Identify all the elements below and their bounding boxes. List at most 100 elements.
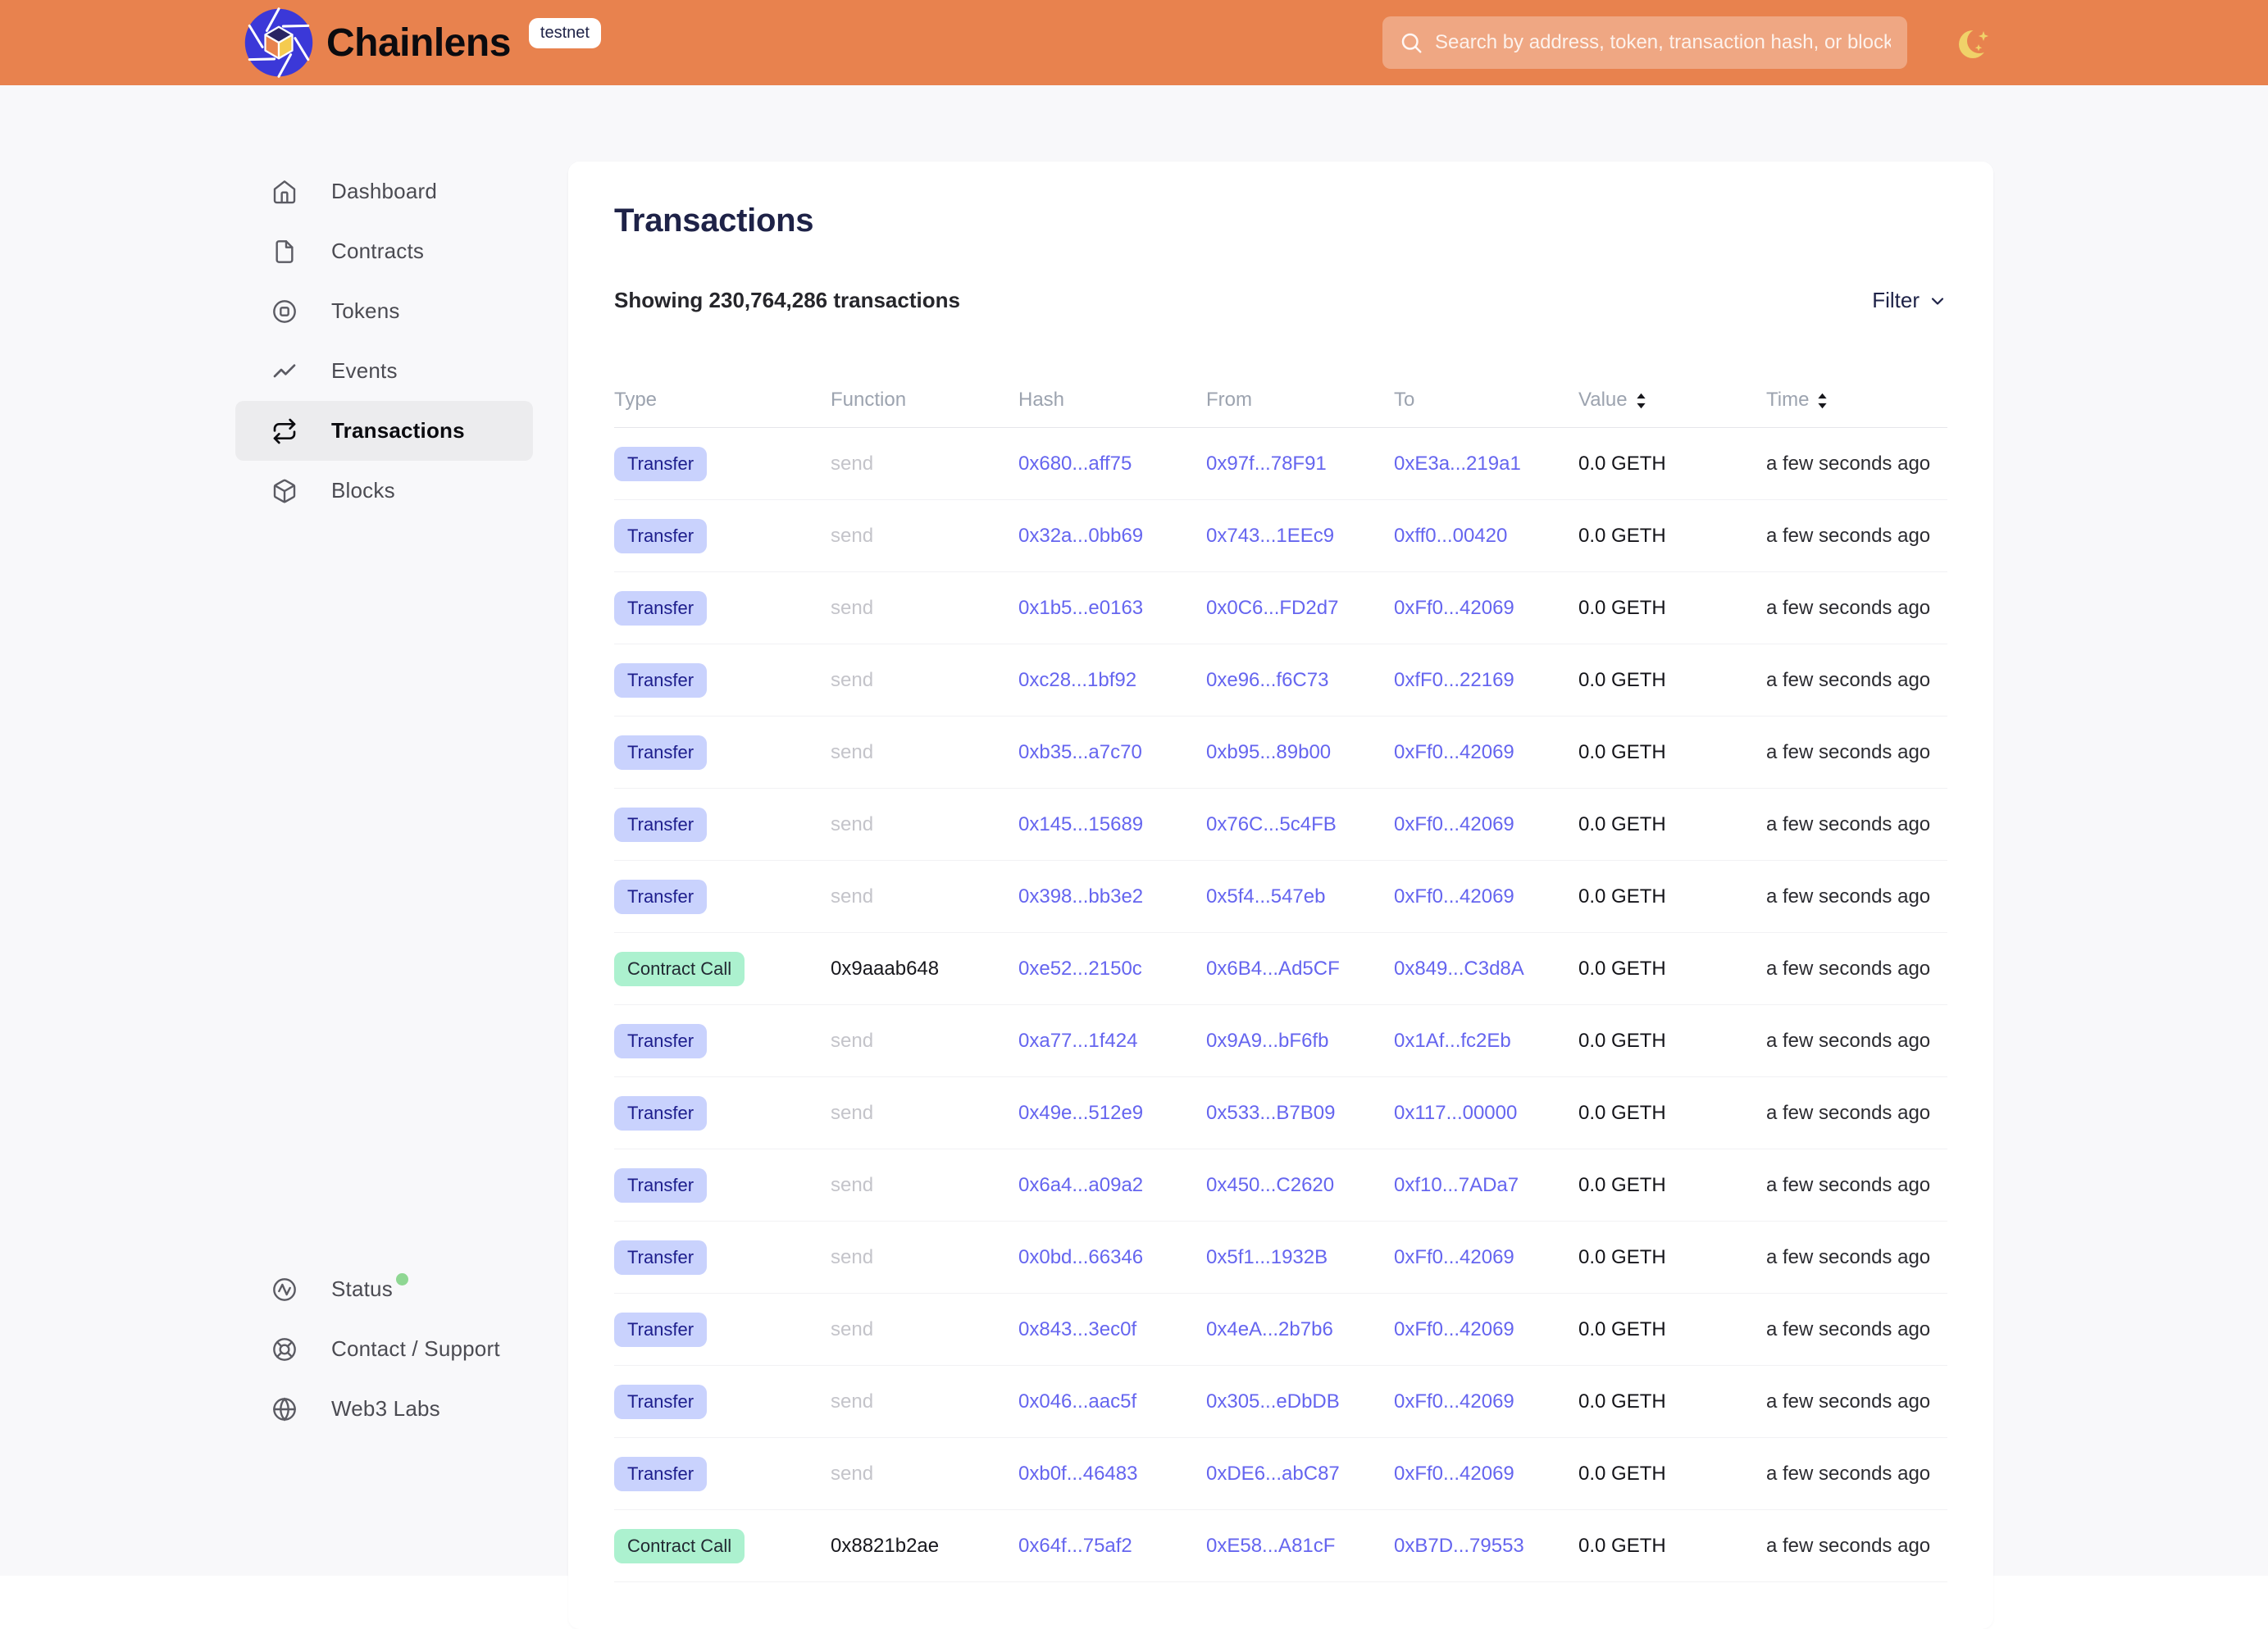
to-link[interactable]: 0x117...00000: [1394, 1102, 1517, 1124]
to-link[interactable]: 0xFf0...42069: [1394, 1318, 1514, 1340]
sort-time-icon[interactable]: [1816, 393, 1829, 409]
dark-mode-toggle[interactable]: [1954, 23, 1995, 64]
time-cell: a few seconds ago: [1766, 958, 1947, 981]
from-link[interactable]: 0x305...eDbDB: [1206, 1390, 1340, 1413]
transaction-row: Transfer send 0xb0f...46483 0xDE6...abC8…: [614, 1438, 1947, 1510]
value-cell: 0.0 GETH: [1578, 1030, 1766, 1053]
life-buoy-icon: [271, 1336, 298, 1363]
hash-link[interactable]: 0x32a...0bb69: [1018, 525, 1143, 547]
from-link[interactable]: 0xb95...89b00: [1206, 741, 1331, 763]
to-link[interactable]: 0xff0...00420: [1394, 525, 1507, 547]
hash-link[interactable]: 0x680...aff75: [1018, 453, 1132, 475]
brand[interactable]: Chainlens testnet: [243, 7, 601, 79]
moon-icon: [1954, 23, 1995, 64]
hash-link[interactable]: 0x0bd...66346: [1018, 1246, 1143, 1268]
sidebar-item-transactions[interactable]: Transactions: [235, 401, 533, 461]
column-header-hash: Hash: [1018, 389, 1206, 412]
hash-link[interactable]: 0x145...15689: [1018, 813, 1143, 835]
to-link[interactable]: 0xB7D...79553: [1394, 1535, 1524, 1557]
from-link[interactable]: 0xE58...A81cF: [1206, 1535, 1335, 1557]
env-badge: testnet: [529, 18, 601, 48]
to-link[interactable]: 0xFf0...42069: [1394, 741, 1514, 763]
from-link[interactable]: 0x4eA...2b7b6: [1206, 1318, 1333, 1340]
value-cell: 0.0 GETH: [1578, 1174, 1766, 1197]
hash-link[interactable]: 0xa77...1f424: [1018, 1030, 1137, 1052]
sidebar-item-label: Tokens: [331, 298, 400, 324]
hash-link[interactable]: 0x398...bb3e2: [1018, 885, 1143, 908]
function-cell: 0x8821b2ae: [831, 1535, 1018, 1558]
hash-link[interactable]: 0x6a4...a09a2: [1018, 1174, 1143, 1196]
sidebar-item-contact-support[interactable]: Contact / Support: [235, 1319, 533, 1379]
sidebar-item-events[interactable]: Events: [235, 341, 533, 401]
from-link[interactable]: 0xe96...f6C73: [1206, 669, 1328, 691]
from-link[interactable]: 0x97f...78F91: [1206, 453, 1327, 475]
status-circle-icon: [271, 1276, 298, 1304]
to-link[interactable]: 0x849...C3d8A: [1394, 958, 1524, 980]
to-link[interactable]: 0xFf0...42069: [1394, 1390, 1514, 1413]
function-cell: send: [831, 669, 1018, 692]
from-link[interactable]: 0x76C...5c4FB: [1206, 813, 1337, 835]
to-link[interactable]: 0xf10...7ADa7: [1394, 1174, 1519, 1196]
to-link[interactable]: 0xFf0...42069: [1394, 597, 1514, 619]
value-cell: 0.0 GETH: [1578, 597, 1766, 620]
type-badge: Transfer: [614, 1024, 707, 1058]
value-cell: 0.0 GETH: [1578, 1535, 1766, 1558]
value-cell: 0.0 GETH: [1578, 1390, 1766, 1413]
hash-link[interactable]: 0x64f...75af2: [1018, 1535, 1132, 1557]
from-link[interactable]: 0x9A9...bF6fb: [1206, 1030, 1328, 1052]
transaction-row: Transfer send 0x145...15689 0x76C...5c4F…: [614, 789, 1947, 861]
filter-button[interactable]: Filter: [1872, 288, 1947, 313]
from-link[interactable]: 0x0C6...FD2d7: [1206, 597, 1338, 619]
sidebar-item-tokens[interactable]: Tokens: [235, 281, 533, 341]
transactions-panel: Transactions Showing 230,764,286 transac…: [568, 162, 1993, 1629]
hash-link[interactable]: 0xc28...1bf92: [1018, 669, 1136, 691]
hash-link[interactable]: 0x046...aac5f: [1018, 1390, 1136, 1413]
repeat-icon: [271, 417, 298, 445]
sidebar-item-blocks[interactable]: Blocks: [235, 461, 533, 521]
sort-value-icon[interactable]: [1635, 393, 1647, 409]
chevron-down-icon: [1928, 291, 1947, 311]
to-link[interactable]: 0xFf0...42069: [1394, 1463, 1514, 1485]
sidebar-item-status[interactable]: Status: [235, 1259, 533, 1319]
hash-link[interactable]: 0xb35...a7c70: [1018, 741, 1142, 763]
to-link[interactable]: 0xFf0...42069: [1394, 1246, 1514, 1268]
from-link[interactable]: 0x533...B7B09: [1206, 1102, 1335, 1124]
hash-link[interactable]: 0x1b5...e0163: [1018, 597, 1143, 619]
time-cell: a few seconds ago: [1766, 669, 1947, 692]
sidebar-item-contracts[interactable]: Contracts: [235, 221, 533, 281]
to-link[interactable]: 0xFf0...42069: [1394, 813, 1514, 835]
search-input[interactable]: [1435, 31, 1891, 54]
to-link[interactable]: 0x1Af...fc2Eb: [1394, 1030, 1511, 1052]
sidebar-nav: Dashboard Contracts Tokens Events: [235, 162, 533, 521]
transaction-row: Transfer send 0x680...aff75 0x97f...78F9…: [614, 428, 1947, 500]
hash-link[interactable]: 0xe52...2150c: [1018, 958, 1142, 980]
hash-link[interactable]: 0xb0f...46483: [1018, 1463, 1137, 1485]
from-link[interactable]: 0x5f4...547eb: [1206, 885, 1325, 908]
time-cell: a few seconds ago: [1766, 1535, 1947, 1558]
column-header-from: From: [1206, 389, 1394, 412]
function-cell: send: [831, 597, 1018, 620]
global-search[interactable]: [1382, 16, 1907, 69]
function-cell: send: [831, 453, 1018, 476]
to-link[interactable]: 0xE3a...219a1: [1394, 453, 1521, 475]
sidebar-item-web3-labs[interactable]: Web3 Labs: [235, 1379, 533, 1439]
value-cell: 0.0 GETH: [1578, 741, 1766, 764]
transaction-row: Transfer send 0x1b5...e0163 0x0C6...FD2d…: [614, 572, 1947, 644]
to-link[interactable]: 0xFf0...42069: [1394, 885, 1514, 908]
function-cell: send: [831, 1030, 1018, 1053]
sidebar-item-dashboard[interactable]: Dashboard: [235, 162, 533, 221]
to-link[interactable]: 0xfF0...22169: [1394, 669, 1514, 691]
from-link[interactable]: 0x6B4...Ad5CF: [1206, 958, 1340, 980]
hash-link[interactable]: 0x843...3ec0f: [1018, 1318, 1136, 1340]
column-header-type: Type: [614, 389, 831, 412]
hash-link[interactable]: 0x49e...512e9: [1018, 1102, 1143, 1124]
from-link[interactable]: 0x743...1EEc9: [1206, 525, 1334, 547]
from-link[interactable]: 0x450...C2620: [1206, 1174, 1334, 1196]
transactions-table-header: Type Function Hash From To Value Time: [614, 372, 1947, 428]
value-cell: 0.0 GETH: [1578, 525, 1766, 548]
from-link[interactable]: 0xDE6...abC87: [1206, 1463, 1340, 1485]
time-cell: a few seconds ago: [1766, 1463, 1947, 1486]
from-link[interactable]: 0x5f1...1932B: [1206, 1246, 1328, 1268]
value-cell: 0.0 GETH: [1578, 1463, 1766, 1486]
type-badge: Transfer: [614, 591, 707, 626]
